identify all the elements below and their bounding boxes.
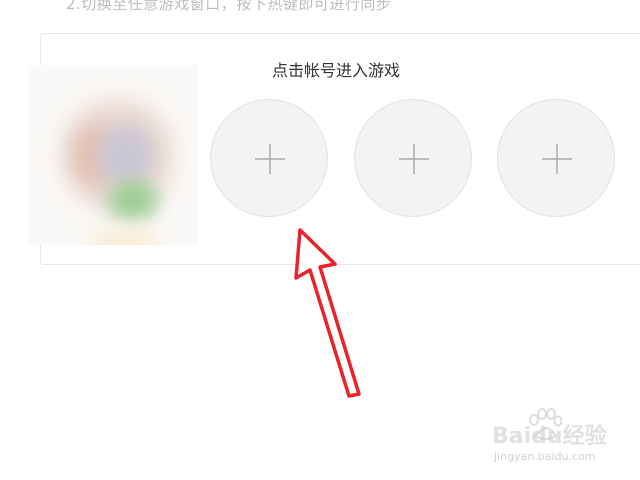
plus-icon <box>255 144 285 174</box>
watermark: Baidu经验 jingyan.baidu.com <box>492 408 612 468</box>
step-instruction: 2.切换至任意游戏窗口，按下热键即可进行同步 <box>66 0 392 13</box>
account-avatar[interactable] <box>28 65 198 245</box>
plus-icon <box>399 144 429 174</box>
page: 2.切换至任意游戏窗口，按下热键即可进行同步 点击帐号进入游戏 Baidu经验 … <box>0 0 640 480</box>
watermark-brand: Baidu经验 <box>492 424 607 449</box>
add-account-slot-2[interactable] <box>354 99 472 217</box>
add-account-slot-3[interactable] <box>497 99 615 217</box>
watermark-url: jingyan.baidu.com <box>494 450 596 463</box>
add-account-slot-1[interactable] <box>210 99 328 217</box>
plus-icon <box>542 144 572 174</box>
